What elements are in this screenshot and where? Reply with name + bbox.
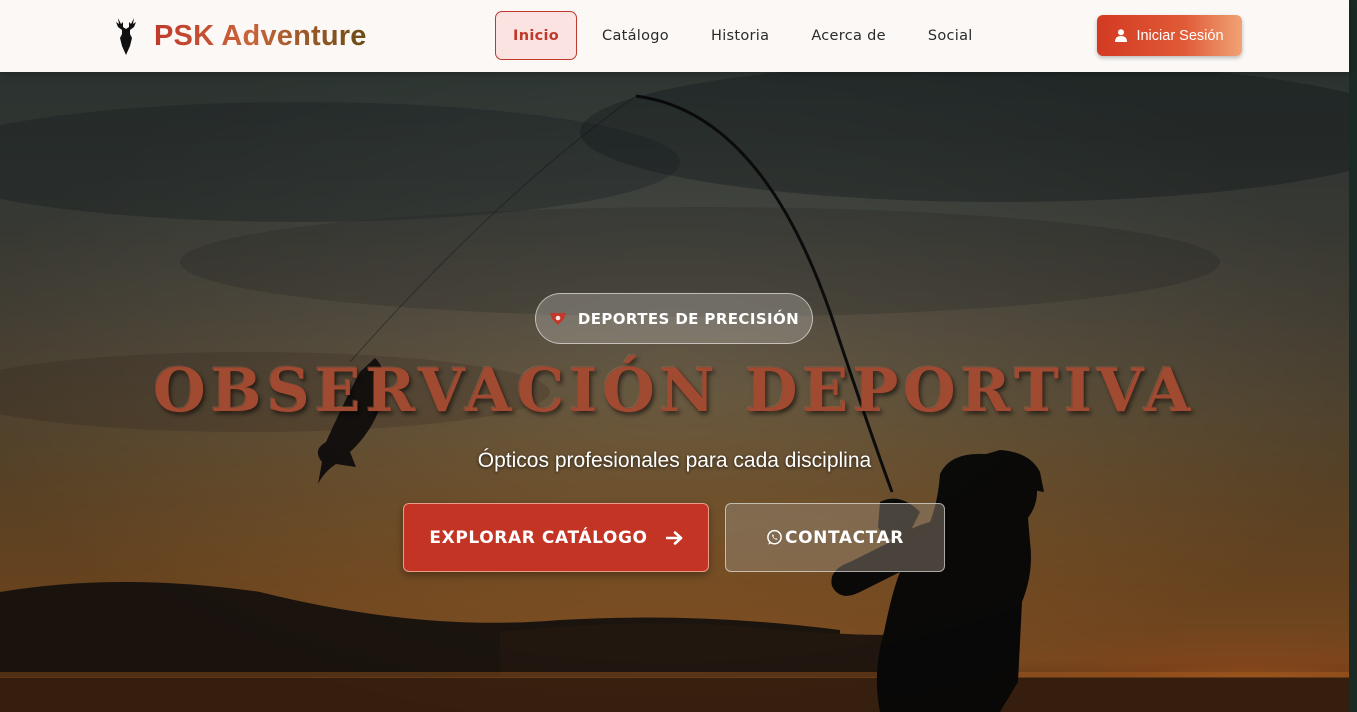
login-button-label: Iniciar Sesión bbox=[1136, 27, 1224, 44]
bullseye-icon bbox=[549, 312, 566, 325]
page-scrollbar[interactable] bbox=[1349, 0, 1357, 712]
nav-item-catalogo[interactable]: Catálogo bbox=[585, 11, 686, 60]
hero-title: OBSERVACIÓN DEPORTIVA bbox=[153, 356, 1196, 426]
hero-section: DEPORTES DE PRECISIÓN OBSERVACIÓN DEPORT… bbox=[0, 72, 1349, 712]
whatsapp-icon bbox=[767, 529, 782, 545]
deer-head-icon bbox=[116, 18, 136, 55]
explore-catalog-label: EXPLORAR CATÁLOGO bbox=[429, 527, 648, 548]
nav-item-acerca-de[interactable]: Acerca de bbox=[794, 11, 903, 60]
nav-item-inicio[interactable]: Inicio bbox=[495, 11, 578, 60]
login-button[interactable]: Iniciar Sesión bbox=[1097, 15, 1242, 56]
nav-item-historia[interactable]: Historia bbox=[694, 11, 786, 60]
brand-logo-link[interactable]: PSK Adventure bbox=[112, 14, 367, 58]
main-nav: Inicio Catálogo Historia Acerca de Socia… bbox=[495, 11, 998, 60]
contact-button-label: CONTACTAR bbox=[785, 527, 904, 548]
top-navbar: PSK Adventure Inicio Catálogo Historia A… bbox=[0, 0, 1349, 72]
category-badge-label: DEPORTES DE PRECISIÓN bbox=[577, 309, 800, 328]
category-badge: DEPORTES DE PRECISIÓN bbox=[535, 293, 813, 344]
explore-catalog-button[interactable]: EXPLORAR CATÁLOGO bbox=[403, 503, 709, 572]
nav-item-social[interactable]: Social bbox=[911, 11, 990, 60]
brand-name: PSK Adventure bbox=[154, 19, 367, 52]
user-icon bbox=[1115, 29, 1128, 42]
arrow-right-icon bbox=[665, 530, 682, 545]
contact-button[interactable]: CONTACTAR bbox=[725, 503, 945, 572]
hero-subtitle: Ópticos profesionales para cada discipli… bbox=[477, 449, 872, 472]
